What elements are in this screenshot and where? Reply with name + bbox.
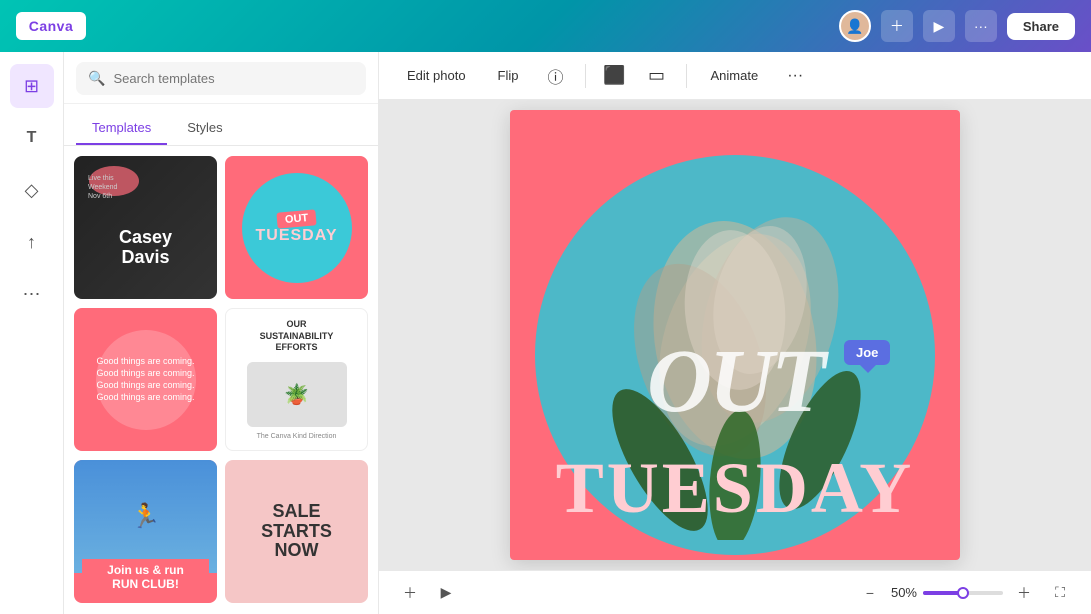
design-out-text: OUT [647, 330, 823, 433]
toolbar-separator-2 [686, 64, 687, 88]
top-bar-right: 👤 ＋ ▶ ··· Share [839, 10, 1075, 42]
sidebar-item-apps[interactable]: ⋯ [10, 272, 54, 316]
canvas-toolbar: Edit photo Flip ⓘ ⬛ ▭ Animate ··· [379, 52, 1091, 100]
animate-button[interactable]: Animate [699, 62, 771, 89]
template-card-sale[interactable]: SALESTARTSNOW [225, 460, 368, 603]
play-button[interactable]: ▶ [431, 578, 461, 608]
share-button[interactable]: Share [1007, 13, 1075, 40]
info-button[interactable]: ⓘ [539, 59, 573, 93]
card-tuesday-text: TUESDAY [256, 227, 338, 245]
add-page-button[interactable]: ＋ [395, 578, 425, 608]
top-bar-left: Canva [16, 12, 86, 40]
good-things-text: Good things are coming. Good things are … [96, 356, 194, 404]
edit-photo-button[interactable]: Edit photo [395, 62, 478, 89]
sidebar-item-grid[interactable]: ⊞ [10, 64, 54, 108]
run-club-text: Join us & runRUN CLUB! [86, 563, 205, 591]
zoom-slider[interactable] [923, 591, 1003, 595]
sustainability-title: OURSUSTAINABILITYEFFORTS [260, 319, 334, 354]
templates-grid: Live thisWeekendNov 6th CaseyDavis OUT T… [64, 146, 378, 614]
more-options-button[interactable]: ··· [965, 10, 997, 42]
canvas-scroll[interactable]: Joe [379, 100, 1091, 570]
sidebar-item-uploads[interactable]: ↑ [10, 220, 54, 264]
card-name-label: CaseyDavis [119, 228, 172, 268]
search-bar: 🔍 [64, 52, 378, 104]
design-tuesday-text: TUESDAY [556, 447, 914, 530]
templates-panel: 🔍 Templates Styles Live thisWeekendNov 6… [64, 52, 379, 614]
avatar: 👤 [839, 10, 871, 42]
stroke-button[interactable]: ▭ [640, 59, 674, 93]
tab-styles[interactable]: Styles [171, 112, 238, 145]
bottom-bar-left: ＋ ▶ [395, 578, 461, 608]
card-out-label: OUT [276, 209, 316, 228]
sustainability-image: 🪴 [247, 362, 347, 427]
zoom-level: 50% [891, 585, 917, 600]
template-card-tuesday[interactable]: OUT TUESDAY [225, 156, 368, 299]
bottom-bar: ＋ ▶ − 50% ＋ ⛶ [379, 570, 1091, 614]
design-canvas[interactable]: OUT TUESDAY [510, 110, 960, 560]
template-card-casey[interactable]: Live thisWeekendNov 6th CaseyDavis [74, 156, 217, 299]
canvas-area: Edit photo Flip ⓘ ⬛ ▭ Animate ··· Joe [379, 52, 1091, 614]
bottom-bar-right: − 50% ＋ ⛶ [855, 578, 1075, 608]
left-sidebar-icons: ⊞ T ◇ ↑ ⋯ [0, 52, 64, 614]
fullscreen-button[interactable]: ⛶ [1045, 578, 1075, 608]
zoom-slider-thumb [957, 587, 969, 599]
present-button[interactable]: ▶ [923, 10, 955, 42]
search-icon: 🔍 [88, 70, 105, 87]
sidebar-item-text[interactable]: T [10, 116, 54, 160]
sustainability-subtitle: The Canva Kind Direction [257, 433, 337, 440]
template-card-sustainability[interactable]: OURSUSTAINABILITYEFFORTS 🪴 The Canva Kin… [225, 308, 368, 451]
sale-title: SALESTARTSNOW [261, 502, 332, 561]
more-toolbar-button[interactable]: ··· [778, 59, 812, 93]
zoom-out-button[interactable]: − [855, 578, 885, 608]
add-collaborator-button[interactable]: ＋ [881, 10, 913, 42]
main-layout: ⊞ T ◇ ↑ ⋯ 🔍 Templates Styles Live thisWe… [0, 52, 1091, 614]
top-bar: Canva 👤 ＋ ▶ ··· Share [0, 0, 1091, 52]
card-live-text: Live thisWeekendNov 6th [88, 174, 117, 201]
zoom-in-button[interactable]: ＋ [1009, 578, 1039, 608]
color-picker-button[interactable]: ⬛ [598, 59, 632, 93]
run-club-image: 🏃 [74, 460, 217, 573]
templates-tabs: Templates Styles [64, 104, 378, 146]
template-card-runclub[interactable]: 🏃 Join us & runRUN CLUB! [74, 460, 217, 603]
flip-button[interactable]: Flip [486, 62, 531, 89]
template-card-goodthings[interactable]: Good things are coming. Good things are … [74, 308, 217, 451]
joe-tooltip: Joe [844, 340, 890, 365]
toolbar-separator [585, 64, 586, 88]
sidebar-item-elements[interactable]: ◇ [10, 168, 54, 212]
canva-logo: Canva [16, 12, 86, 40]
search-input-wrap: 🔍 [76, 62, 366, 95]
search-input[interactable] [113, 71, 354, 86]
tab-templates[interactable]: Templates [76, 112, 167, 145]
